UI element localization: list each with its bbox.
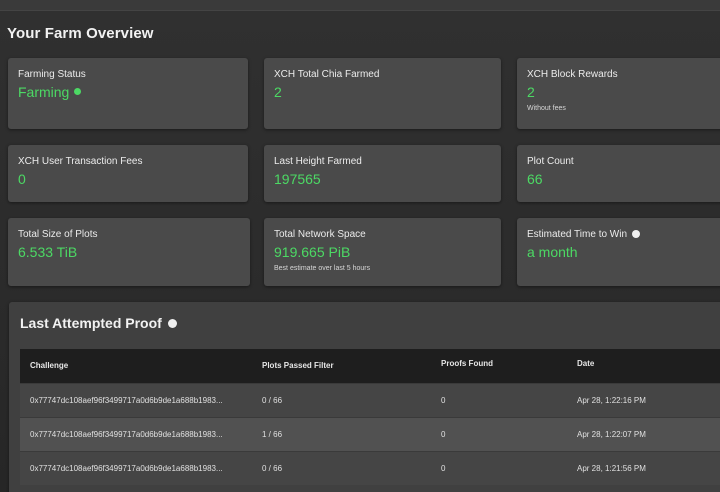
- card-value: 2: [527, 84, 535, 100]
- card-title: XCH User Transaction Fees: [18, 156, 143, 167]
- challenge-cell: 0x77747dc108aef96f3499717a0d6b9de1a688b1…: [30, 430, 223, 439]
- table-row[interactable]: 0x77747dc108aef96f3499717a0d6b9de1a688b1…: [20, 417, 720, 451]
- table-header: Challenge Plots Passed Filter Proofs Fou…: [20, 349, 720, 383]
- column-header-plots-passed[interactable]: Plots Passed Filter: [262, 361, 334, 370]
- challenge-cell: 0x77747dc108aef96f3499717a0d6b9de1a688b1…: [30, 464, 223, 473]
- help-circle-icon[interactable]: [632, 230, 641, 238]
- challenge-cell: 0x77747dc108aef96f3499717a0d6b9de1a688b1…: [30, 396, 223, 405]
- card-title: Total Size of Plots: [18, 229, 98, 240]
- card-subtitle: Best estimate over last 5 hours: [274, 265, 371, 272]
- proofs-table: Challenge Plots Passed Filter Proofs Fou…: [20, 349, 720, 485]
- status-dot-icon: [74, 88, 82, 95]
- card-title: Plot Count: [527, 156, 574, 167]
- card-farming-status: Farming Status Farming: [8, 58, 248, 129]
- card-total-chia-farmed: XCH Total Chia Farmed 2: [264, 58, 501, 129]
- proofs-found-cell: 0: [441, 430, 446, 439]
- last-attempted-proof-panel: Last Attempted Proof Challenge Plots Pas…: [9, 302, 720, 492]
- card-value: 6.533 TiB: [18, 244, 78, 260]
- proofs-found-cell: 0: [441, 464, 446, 473]
- card-title: Farming Status: [18, 69, 86, 80]
- card-value: 919.665 PiB: [274, 244, 351, 260]
- card-title: Last Height Farmed: [274, 156, 362, 167]
- card-title: XCH Block Rewards: [527, 69, 618, 80]
- help-circle-icon[interactable]: [167, 319, 177, 328]
- plots-passed-cell: 0 / 66: [262, 396, 283, 405]
- card-title: Total Network Space: [274, 229, 366, 240]
- card-title-text: Estimated Time to Win: [527, 229, 628, 240]
- panel-title: Last Attempted Proof: [20, 315, 177, 331]
- table-row[interactable]: 0x77747dc108aef96f3499717a0d6b9de1a688b1…: [20, 383, 720, 417]
- top-bar: [0, 0, 720, 11]
- date-cell: Apr 28, 1:21:56 PM: [577, 464, 646, 473]
- plots-passed-cell: 1 / 66: [262, 430, 283, 439]
- card-value: 0: [18, 171, 26, 187]
- date-cell: Apr 28, 1:22:16 PM: [577, 396, 646, 405]
- card-last-height-farmed: Last Height Farmed 197565: [264, 145, 501, 202]
- card-title: Estimated Time to Win: [527, 229, 641, 240]
- card-user-transaction-fees: XCH User Transaction Fees 0: [8, 145, 248, 202]
- card-title: XCH Total Chia Farmed: [274, 69, 380, 80]
- farm-overview-screen: Your Farm Overview Farming Status Farmin…: [0, 0, 720, 492]
- card-value: 66: [527, 171, 543, 187]
- column-header-proofs-found[interactable]: Proofs Found: [441, 359, 493, 368]
- card-block-rewards: XCH Block Rewards 2 Without fees: [517, 58, 720, 129]
- card-value: 197565: [274, 171, 321, 187]
- card-plot-count: Plot Count 66: [517, 145, 720, 202]
- card-total-network-space: Total Network Space 919.665 PiB Best est…: [264, 218, 501, 286]
- panel-title-text: Last Attempted Proof: [20, 315, 162, 331]
- card-value: Farming: [18, 84, 82, 100]
- farming-status-text: Farming: [18, 84, 70, 100]
- page-title: Your Farm Overview: [7, 25, 154, 42]
- card-estimated-time-to-win: Estimated Time to Win a month: [517, 218, 720, 286]
- plots-passed-cell: 0 / 66: [262, 464, 283, 473]
- card-total-size-of-plots: Total Size of Plots 6.533 TiB: [8, 218, 250, 286]
- card-subtitle: Without fees: [527, 105, 566, 112]
- column-header-challenge[interactable]: Challenge: [30, 361, 68, 370]
- card-value: a month: [527, 244, 578, 260]
- table-row[interactable]: 0x77747dc108aef96f3499717a0d6b9de1a688b1…: [20, 451, 720, 485]
- date-cell: Apr 28, 1:22:07 PM: [577, 430, 646, 439]
- proofs-found-cell: 0: [441, 396, 446, 405]
- card-value: 2: [274, 84, 282, 100]
- column-header-date[interactable]: Date: [577, 359, 594, 368]
